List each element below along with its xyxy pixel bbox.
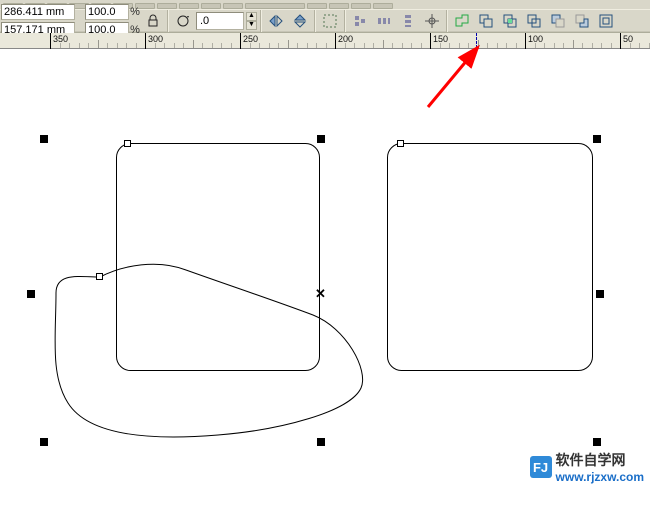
watermark-text-cn: 软件自学网 [556,450,644,470]
watermark: FJ 软件自学网 www.rjzxw.com [530,450,644,484]
selection-handle-bm[interactable] [317,438,325,446]
rotation-input[interactable] [196,12,244,30]
create-boundary-button[interactable] [595,10,617,32]
mirror-vertical-button[interactable] [289,10,311,32]
watermark-logo: FJ [530,456,552,478]
mirror-horizontal-button[interactable] [265,10,287,32]
selection-handle-mr[interactable] [596,290,604,298]
position-x-input[interactable] [1,4,75,20]
snap-button[interactable] [319,10,341,32]
align-center-button[interactable] [421,10,443,32]
selection-handle-br[interactable] [593,438,601,446]
drawing-canvas[interactable]: ✕ FJ 软件自学网 www.rjzxw.com [0,49,650,488]
ruler-cursor-mark [476,33,477,48]
lock-ratio-button[interactable] [142,10,164,32]
scale-x-input[interactable] [85,4,129,20]
weld-button[interactable] [451,10,473,32]
horizontal-ruler: 35030025020015010050 [0,33,650,49]
spin-up[interactable]: ▲ [246,12,257,21]
separator [166,10,170,32]
separator [445,10,449,32]
back-minus-front-button[interactable] [571,10,593,32]
watermark-url: www.rjzxw.com [556,470,644,484]
spin-down[interactable]: ▼ [246,21,257,30]
property-row-1: % % ▲ ▼ [0,9,650,32]
distribute-v-button[interactable] [397,10,419,32]
percent-label: % [130,6,140,18]
front-minus-back-button[interactable] [547,10,569,32]
property-bar: % % ▲ ▼ [0,0,650,33]
annotation-arrow [0,49,650,249]
rotation-icon[interactable] [172,10,194,32]
simplify-button[interactable] [523,10,545,32]
selection-handle-bl[interactable] [40,438,48,446]
align-button[interactable] [349,10,371,32]
intersect-button[interactable] [499,10,521,32]
rotation-spinner[interactable]: ▲ ▼ [246,12,257,30]
separator [313,10,317,32]
selection-handle-ml[interactable] [27,290,35,298]
node-marker[interactable] [96,273,103,280]
selection-center-mark: ✕ [315,289,326,299]
trim-button[interactable] [475,10,497,32]
separator [343,10,347,32]
separator [259,10,263,32]
distribute-h-button[interactable] [373,10,395,32]
